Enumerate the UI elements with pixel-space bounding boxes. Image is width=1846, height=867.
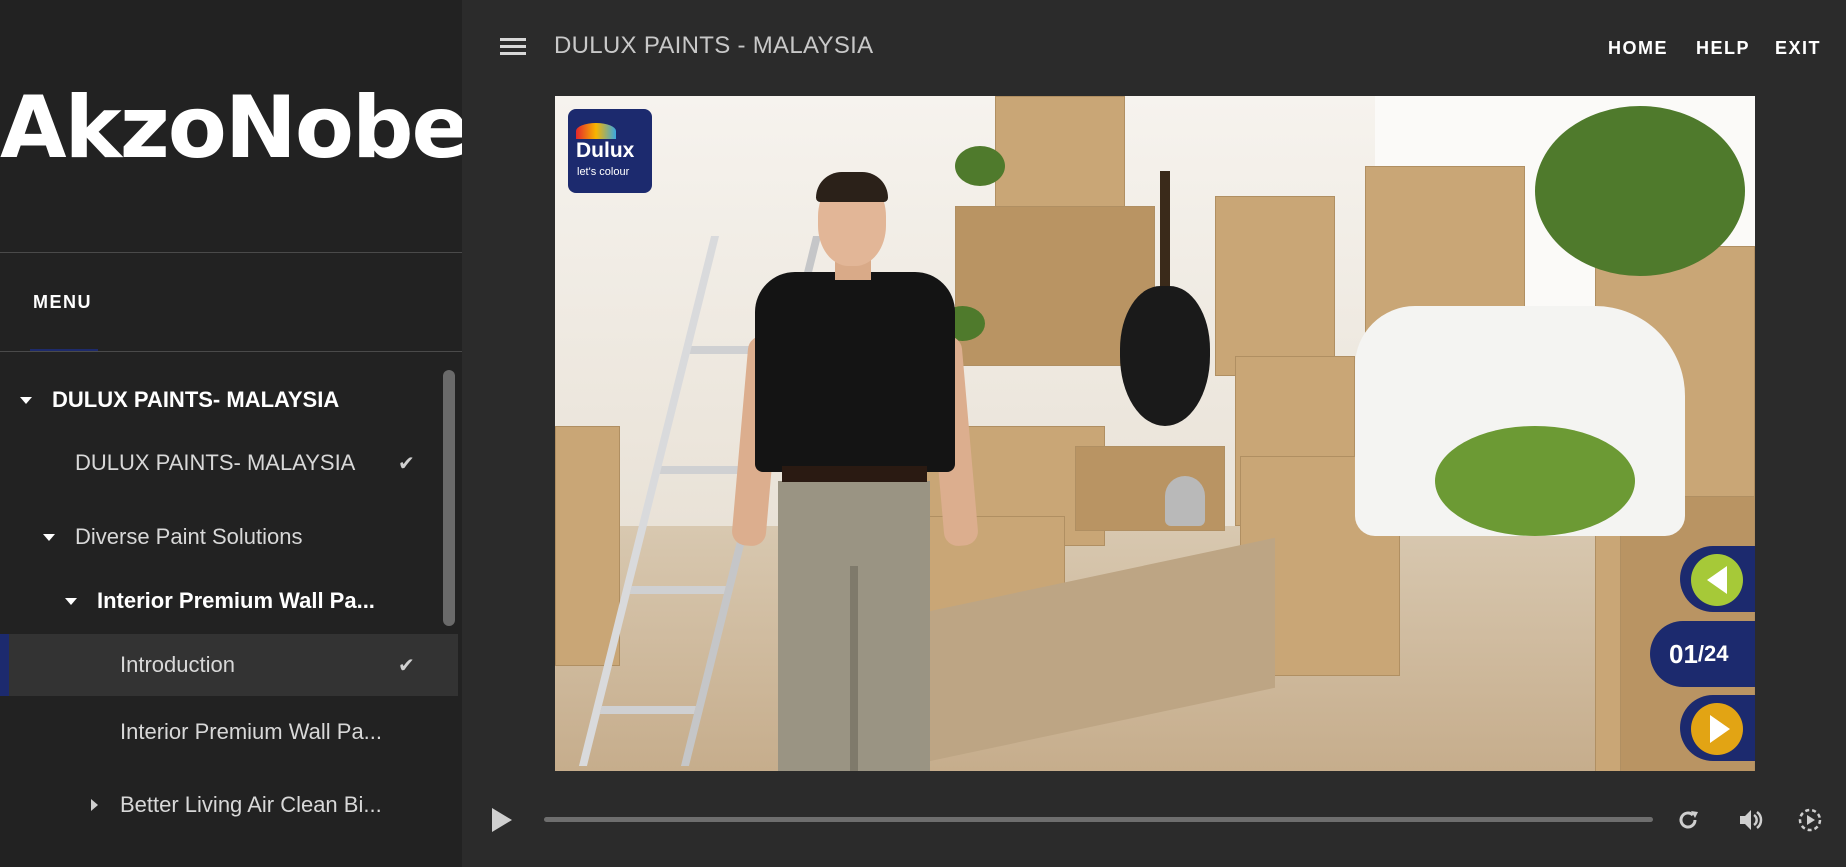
app-window: AkzoNobel MENU DULUX PAINTS- MALAYSIA DU… [0,0,1846,867]
toc-item-interior-premium[interactable]: Interior Premium Wall Pa... [0,704,458,760]
volume-icon[interactable] [1736,806,1764,834]
check-icon: ✔ [398,654,415,677]
toc-label: Interior Premium Wall Pa... [120,719,383,744]
divider [0,351,462,352]
sidebar-scrollbar[interactable] [443,370,455,626]
active-indicator [0,634,9,696]
toc-label: DULUX PAINTS- MALAYSIA [52,387,340,412]
caret-down-icon[interactable] [65,597,77,605]
help-link[interactable]: HELP [1696,38,1750,59]
hamburger-icon[interactable] [500,38,526,56]
akzonobel-logo: AkzoNobel [0,78,462,178]
play-icon[interactable] [492,808,512,832]
progress-bar[interactable] [544,817,1653,822]
toc-label: DULUX PAINTS- MALAYSIA [75,450,356,475]
toc-section-better-living[interactable]: Better Living Air Clean Bi... [0,777,458,833]
presenter-figure [730,172,980,771]
home-link[interactable]: HOME [1608,38,1668,59]
caret-down-icon[interactable] [20,396,32,404]
replay-icon[interactable] [1674,806,1702,834]
toc-item-dulux-malaysia[interactable]: DULUX PAINTS- MALAYSIA ✔ [0,435,458,491]
next-slide-button[interactable] [1680,695,1755,761]
slide-total: /24 [1697,641,1729,666]
speed-icon[interactable] [1796,806,1824,834]
course-title: DULUX PAINTS - MALAYSIA [554,32,874,59]
sidebar: AkzoNobel MENU DULUX PAINTS- MALAYSIA DU… [0,0,462,867]
toc-label: Diverse Paint Solutions [75,524,303,549]
dulux-logo: Dulux let's colour [568,109,652,193]
toc-label: Better Living Air Clean Bi... [120,792,382,817]
dulux-brand: Dulux [576,139,635,162]
toc-item-introduction[interactable]: Introduction ✔ [0,634,458,696]
menu-tab[interactable]: MENU [33,292,92,313]
dulux-swirl-icon [576,123,616,139]
toc-section-dulux-malaysia[interactable]: DULUX PAINTS- MALAYSIA [0,372,458,428]
dulux-tagline: let's colour [577,166,630,178]
toc-section-interior-premium[interactable]: Interior Premium Wall Pa... [0,573,458,629]
divider [0,252,462,253]
caret-down-icon[interactable] [43,533,55,541]
next-arrow-icon [1710,715,1730,743]
toc-label: Interior Premium Wall Pa... [97,588,375,613]
slide-image: Dulux let's colour [555,96,1755,771]
toc-section-diverse-paint-solutions[interactable]: Diverse Paint Solutions [0,509,458,565]
exit-link[interactable]: EXIT [1775,38,1821,59]
prev-slide-button[interactable] [1680,546,1755,612]
toc-label: Introduction [120,652,235,677]
prev-arrow-icon [1707,566,1727,594]
check-icon: ✔ [398,452,415,475]
slide-current: 01 [1669,638,1698,669]
caret-right-icon[interactable] [91,799,98,811]
logo-text: AkzoNobel [0,78,462,178]
slide-counter: 01/24 [1650,621,1755,687]
